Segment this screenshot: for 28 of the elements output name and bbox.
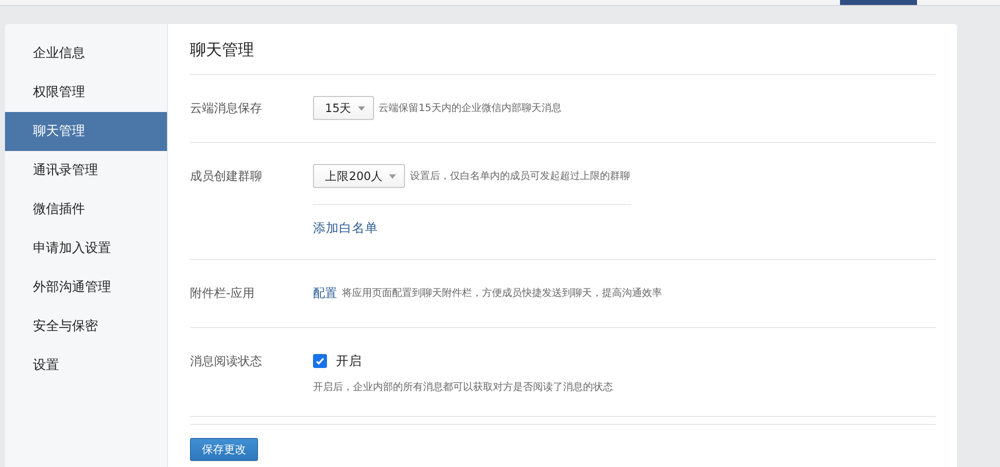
sidebar-item[interactable]: 设置 [5, 346, 167, 385]
checkbox-label: 开启 [336, 352, 362, 370]
setting-label: 云端消息保存 [190, 100, 263, 117]
configure-link[interactable]: 配置 [313, 284, 337, 302]
caret-icon [358, 106, 365, 110]
hint-text: 设置后，仅白名单内的成员可发起超过上限的群聊 [410, 170, 630, 183]
dropdown[interactable]: 15天 [313, 96, 374, 120]
sidebar-item[interactable]: 通讯录管理 [5, 151, 167, 190]
checkmark-icon [315, 356, 325, 366]
sidebar-item[interactable]: 企业信息 [5, 34, 167, 73]
sidebar-item[interactable]: 聊天管理 [5, 112, 167, 151]
sidebar-item[interactable]: 微信插件 [5, 190, 167, 229]
sidebar-item[interactable]: 申请加入设置 [5, 229, 167, 268]
save-button[interactable]: 保存更改 [190, 438, 258, 461]
checkbox[interactable] [313, 354, 327, 368]
setting-label: 成员创建群聊 [190, 168, 263, 185]
hint-text: 将应用页面配置到聊天附件栏，方便成员快捷发送到聊天，提高沟通效率 [342, 286, 662, 300]
hint-text: 开启后，企业内部的所有消息都可以获取对方是否阅读了消息的状态 [313, 380, 613, 394]
caret-icon [388, 174, 396, 178]
page-title: 聊天管理 [190, 24, 936, 75]
setting-label: 附件栏-应用 [190, 285, 256, 302]
sidebar-item[interactable]: 外部沟通管理 [5, 268, 167, 307]
setting-label: 消息阅读状态 [190, 353, 263, 370]
sidebar-item[interactable]: 安全与保密 [5, 307, 167, 346]
add-whitelist-link[interactable]: 添加白名单 [313, 220, 631, 237]
hint-text: 云端保留15天内的企业微信内部聊天消息 [378, 102, 562, 115]
sidebar-item[interactable]: 权限管理 [5, 73, 167, 112]
dropdown[interactable]: 上限200人 [313, 164, 405, 188]
